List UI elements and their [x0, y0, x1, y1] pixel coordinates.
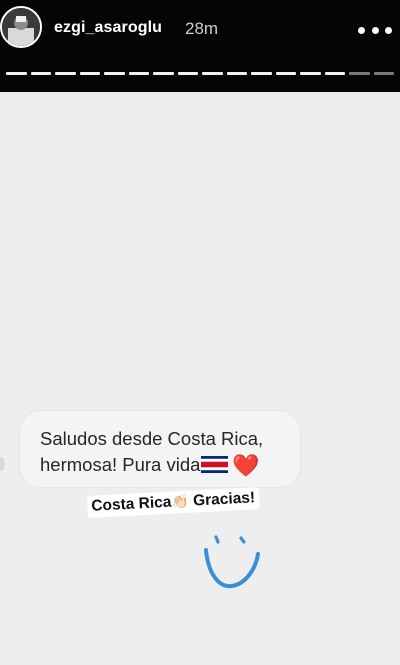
reply-message-bubble: Saludos desde Costa Rica, hermosa! Pura …	[19, 410, 301, 488]
message-line-1: Saludos desde Costa Rica,	[40, 428, 264, 449]
story-header: ezgi_asaroglu 28m	[0, 0, 400, 92]
story-progress-segment	[202, 72, 223, 75]
story-username[interactable]: ezgi_asaroglu	[54, 19, 162, 37]
story-timestamp: 28m	[185, 19, 219, 38]
story-progress-segment	[324, 72, 345, 75]
message-text: hermosa! Pura vida	[40, 454, 201, 475]
story-progress-segment	[6, 72, 27, 75]
smiley-doodle-icon	[204, 535, 260, 589]
more-dot	[371, 26, 379, 34]
story-progress-segment	[30, 72, 51, 75]
caption-text-1: Costa Rica	[90, 493, 172, 515]
story-progress-segment	[300, 72, 321, 75]
story-progress-segment	[55, 72, 76, 75]
story-progress-segment	[349, 72, 370, 75]
story-caption-sticker: Costa Rica👏🏻 Gracias!	[86, 487, 260, 518]
story-progress-segment	[128, 72, 149, 75]
avatar-photo-icon	[2, 8, 40, 46]
story-progress-segment	[275, 72, 296, 75]
story-progress-segment	[153, 72, 174, 75]
story-progress-bar	[6, 72, 394, 75]
story-progress-segment	[177, 72, 198, 75]
sender-avatar-edge	[0, 457, 5, 471]
story-progress-segment	[79, 72, 100, 75]
profile-avatar[interactable]	[0, 6, 42, 48]
message-line-2: hermosa! Pura vida ❤️	[40, 452, 280, 479]
caption-text-2: Gracias!	[192, 489, 256, 510]
heart-emoji: ❤️	[232, 453, 260, 478]
more-dot	[358, 26, 365, 34]
story-progress-segment	[373, 72, 394, 75]
story-progress-segment	[104, 72, 125, 75]
costa-rica-flag-icon	[201, 456, 229, 473]
more-dot	[385, 26, 392, 34]
story-progress-segment	[251, 72, 272, 75]
clapping-hands-emoji: 👏🏻	[170, 492, 190, 510]
story-progress-segment	[226, 72, 247, 75]
more-options-button[interactable]	[358, 20, 392, 40]
